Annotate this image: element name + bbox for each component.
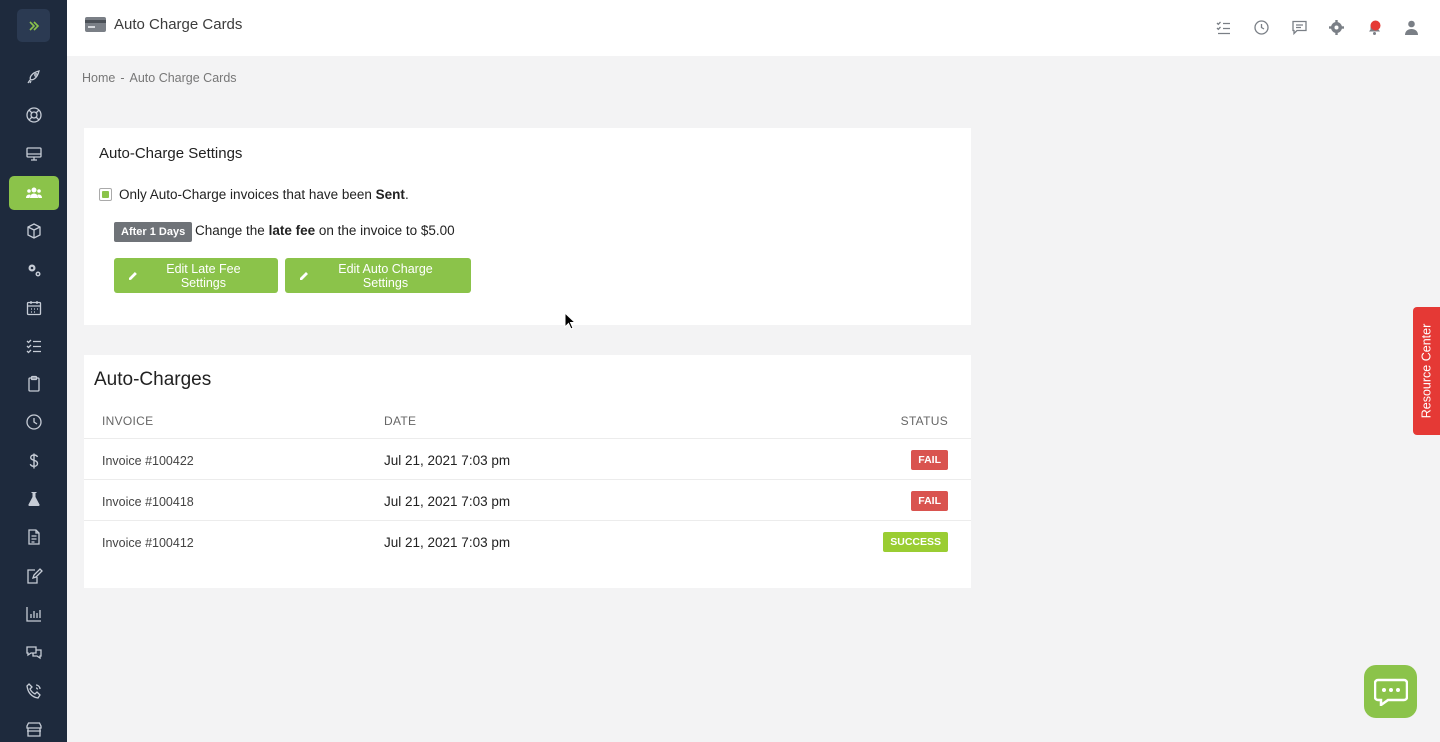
settings-title: Auto-Charge Settings [99, 145, 243, 162]
calendar-icon [26, 301, 42, 316]
sent-only-label: Only Auto-Charge invoices that have been… [119, 187, 409, 202]
latefee-suffix: on the invoice to $5.00 [315, 223, 455, 238]
charge-date: Jul 21, 2021 7:03 pm [384, 535, 511, 550]
auto-charges-card: Auto-Charges INVOICE DATE STATUS Invoice… [84, 355, 971, 588]
notification-bell-icon[interactable] [1366, 19, 1383, 36]
flask-icon [28, 492, 40, 506]
sent-suffix: . [404, 187, 409, 202]
pencil-icon [299, 272, 308, 280]
status-badge: FAIL [911, 450, 948, 470]
table-row[interactable]: Invoice #100418 Jul 21, 2021 7:03 pm FAI… [84, 479, 971, 520]
sent-only-checkbox[interactable] [99, 188, 112, 201]
store-icon [26, 722, 42, 737]
sidebar-item-calls[interactable] [9, 674, 59, 708]
rocket-icon [27, 70, 40, 84]
clock-icon[interactable] [1253, 19, 1270, 36]
phone-icon [26, 683, 41, 699]
sidebar-toggle-button[interactable] [17, 9, 50, 42]
column-header-invoice[interactable]: INVOICE [102, 414, 153, 428]
edit-late-fee-settings-button[interactable]: Edit Late Fee Settings [114, 258, 278, 293]
resource-center-label: Resource Center [1419, 323, 1434, 419]
sent-prefix: Only Auto-Charge invoices that have been [119, 187, 376, 202]
sidebar-item-reports[interactable] [9, 597, 59, 631]
breadcrumb-current: Auto Charge Cards [129, 71, 237, 85]
invoice-link[interactable]: Invoice #100418 [102, 495, 194, 509]
bar-chart-icon [26, 607, 41, 622]
clipboard-icon [28, 375, 40, 392]
sidebar [0, 0, 67, 742]
sidebar-item-lab[interactable] [9, 482, 59, 516]
sidebar-item-messages[interactable] [9, 635, 59, 669]
table-row[interactable]: Invoice #100422 Jul 21, 2021 7:03 pm FAI… [84, 438, 971, 479]
checkbox-check-mark [102, 191, 109, 198]
top-bar: Auto Charge Cards [67, 0, 1440, 56]
days-badge: After 1 Days [114, 222, 193, 242]
message-icon[interactable] [1291, 19, 1308, 36]
sidebar-item-time[interactable] [9, 405, 59, 439]
late-fee-description: Change the late fee on the invoice to $5… [195, 223, 455, 238]
sidebar-item-forms[interactable] [9, 559, 59, 593]
sidebar-item-clipboard[interactable] [9, 367, 59, 401]
edit-auto-charge-settings-button[interactable]: Edit Auto Charge Settings [285, 258, 471, 293]
sidebar-item-documents[interactable] [9, 520, 59, 554]
auto-charges-title: Auto-Charges [94, 369, 212, 390]
clock-icon [26, 414, 42, 430]
charge-date: Jul 21, 2021 7:03 pm [384, 453, 511, 468]
dollar-icon [29, 453, 39, 469]
sidebar-item-store[interactable] [9, 712, 59, 742]
edit-document-icon [27, 568, 43, 584]
mouse-cursor-icon [564, 312, 576, 330]
credit-card-icon [85, 17, 106, 32]
edit-auto-charge-label: Edit Auto Charge Settings [338, 261, 433, 290]
resource-center-tab[interactable]: Resource Center [1413, 307, 1440, 435]
chevron-double-right-icon [28, 20, 39, 31]
tasks-icon [26, 339, 41, 354]
latefee-bold: late fee [268, 223, 316, 238]
sidebar-item-calendar[interactable] [9, 291, 59, 325]
sidebar-item-customers[interactable] [9, 176, 59, 210]
edit-late-fee-label: Edit Late Fee Settings [166, 261, 241, 290]
sidebar-item-dashboard[interactable] [9, 137, 59, 171]
monitor-icon [26, 147, 42, 161]
column-header-status[interactable]: STATUS [901, 414, 948, 428]
tasks-icon[interactable] [1215, 19, 1232, 36]
invoice-link[interactable]: Invoice #100422 [102, 454, 194, 468]
status-badge: FAIL [911, 491, 948, 511]
chat-bubbles-icon [26, 646, 42, 660]
sidebar-item-billing[interactable] [9, 444, 59, 478]
document-icon [28, 529, 40, 545]
box-icon [27, 223, 41, 239]
chat-icon [1373, 678, 1408, 706]
breadcrumb: Home - Auto Charge Cards [82, 71, 237, 85]
column-header-date[interactable]: DATE [384, 414, 416, 428]
latefee-prefix: Change the [195, 223, 269, 238]
sidebar-item-products[interactable] [9, 214, 59, 248]
support-icon [26, 107, 42, 123]
chat-button[interactable] [1364, 665, 1417, 718]
breadcrumb-separator: - [120, 71, 125, 85]
status-badge: SUCCESS [883, 532, 948, 552]
gears-icon [28, 264, 41, 277]
sidebar-item-settings[interactable] [9, 253, 59, 287]
charge-date: Jul 21, 2021 7:03 pm [384, 494, 511, 509]
pencil-icon [128, 272, 137, 280]
sent-bold: Sent [375, 187, 405, 202]
sidebar-item-tasks[interactable] [9, 329, 59, 363]
users-icon [26, 187, 42, 198]
table-row[interactable]: Invoice #100412 Jul 21, 2021 7:03 pm SUC… [84, 520, 971, 561]
sidebar-item-launch[interactable] [9, 60, 59, 94]
invoice-link[interactable]: Invoice #100412 [102, 536, 194, 550]
sidebar-item-support[interactable] [9, 98, 59, 132]
auto-charge-settings-card: Auto-Charge Settings Only Auto-Charge in… [84, 128, 971, 325]
gear-icon[interactable] [1328, 19, 1345, 36]
page-title: Auto Charge Cards [114, 16, 243, 33]
breadcrumb-home[interactable]: Home [82, 71, 115, 85]
user-icon[interactable] [1403, 19, 1420, 36]
